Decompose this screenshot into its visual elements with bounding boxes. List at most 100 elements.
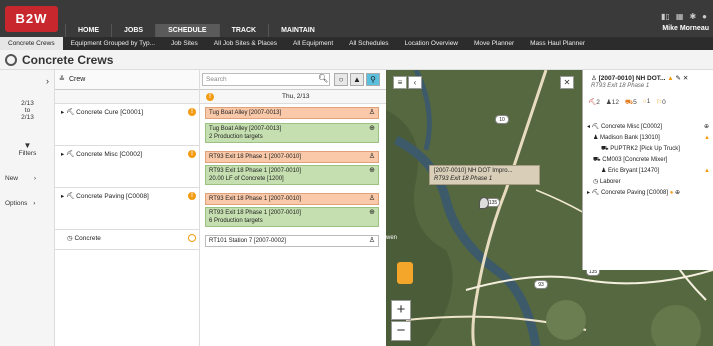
target-icon: ⊕ bbox=[674, 190, 681, 196]
filters-button[interactable]: ▼ Filters bbox=[0, 141, 55, 157]
target-icon: ⊕ bbox=[369, 209, 375, 216]
crew-icon: ⛏ bbox=[66, 193, 75, 200]
tab-all-equipment[interactable]: All Equipment bbox=[285, 37, 341, 50]
settings-icon[interactable] bbox=[5, 54, 17, 66]
chevron-right-icon: › bbox=[33, 200, 36, 207]
road-shield: 10 bbox=[495, 115, 509, 124]
date-header: ! Thu, 2/13 bbox=[200, 90, 386, 104]
crew-icon: ⛏ bbox=[66, 109, 75, 116]
crew-row[interactable]: ▸ ⛏ Concrete Cure [C0001] ! bbox=[55, 104, 199, 146]
circle-filter-button[interactable]: ○ bbox=[334, 73, 348, 86]
search-icon[interactable]: 🔍︎ bbox=[318, 74, 328, 83]
expand-chevron-icon[interactable]: › bbox=[0, 76, 55, 86]
status-ring-icon[interactable] bbox=[188, 234, 196, 242]
worker-icon: ♙ bbox=[368, 153, 375, 160]
left-sidebar: › 2/13 to 2/13 ▼ Filters New › Options › bbox=[0, 70, 55, 346]
tree-item[interactable]: ⛟ PUPTRK2 [Pick Up Truck] bbox=[587, 144, 680, 155]
nav-jobs[interactable]: JOBS bbox=[111, 24, 155, 37]
page-header: Concrete Crews bbox=[0, 50, 713, 70]
crew-icon: ⛏ bbox=[66, 151, 75, 158]
nav-track[interactable]: TRACK bbox=[218, 24, 269, 37]
warning-icon[interactable]: ! bbox=[188, 192, 196, 200]
tree-item[interactable]: ◂ ⛏ Concrete Misc [C0002] ⊕ bbox=[587, 122, 709, 133]
date-range[interactable]: 2/13 to 2/13 bbox=[0, 100, 55, 121]
expand-arrow-icon[interactable]: ▸ bbox=[61, 151, 64, 158]
alert-filter-button[interactable]: ▲ bbox=[350, 73, 364, 86]
crew-row[interactable]: ▸ ⛏ Concrete Misc [C0002] ! bbox=[55, 146, 199, 188]
nav-home[interactable]: HOME bbox=[65, 24, 111, 37]
worker-icon: ♙ bbox=[368, 237, 375, 244]
b2w-logo[interactable]: B2W bbox=[5, 6, 58, 32]
warning-icon[interactable]: ! bbox=[188, 150, 196, 158]
chevron-right-icon: › bbox=[33, 175, 36, 182]
tab-mass-haul-planner[interactable]: Mass Haul Planner bbox=[522, 37, 593, 50]
clock-icon: ◷ bbox=[67, 235, 73, 242]
map-collapse-button[interactable]: ‹ bbox=[408, 76, 422, 89]
worker-icon: ♙ bbox=[368, 109, 375, 116]
worker-icon: ♙ bbox=[368, 195, 375, 202]
map-tooltip[interactable]: [2007-0010] NH DOT Impro... RT93 Exit 18… bbox=[429, 165, 540, 185]
tab-job-sites[interactable]: Job Sites bbox=[163, 37, 206, 50]
top-bar: B2W HOME JOBS SCHEDULE TRACK MAINTAIN ▮▯… bbox=[0, 0, 713, 37]
user-name[interactable]: Mike Morneau bbox=[662, 25, 709, 32]
calendar-icon[interactable]: ▦ bbox=[676, 12, 684, 21]
zoom-out-button[interactable]: − bbox=[391, 321, 411, 341]
tab-concrete-crews[interactable]: Concrete Crews bbox=[0, 37, 63, 50]
tree-item[interactable]: ♟ Eric Bryant [12470] ▲ bbox=[587, 166, 710, 177]
pin-icon[interactable]: ✎ bbox=[676, 75, 681, 82]
tree-item[interactable]: ♟ Madison Bank [13010] ▲ bbox=[587, 133, 710, 144]
panel-stats: ⛏2 ♟12 ⛟5 ○1 ⚐0 bbox=[588, 98, 666, 106]
nav-maintain[interactable]: MAINTAIN bbox=[268, 24, 327, 37]
map-marker-icon[interactable] bbox=[479, 197, 489, 209]
crew-row[interactable]: ◷ Concrete bbox=[55, 230, 199, 250]
map-pin-button[interactable]: ⚲ bbox=[366, 73, 380, 86]
schedule-toolbar: Search 🔍︎ ○ ▲ ⚲ bbox=[200, 70, 386, 90]
help-icon[interactable]: ● bbox=[702, 12, 707, 21]
gear-icon[interactable]: ✱ bbox=[689, 12, 696, 21]
warning-icon[interactable]: ▲ bbox=[667, 75, 673, 82]
page-title: Concrete Crews bbox=[22, 53, 114, 67]
tree-item[interactable]: ▸ ⛏ Concrete Paving [C0008] ● ⊕ bbox=[587, 188, 680, 199]
warning-icon[interactable]: ! bbox=[188, 108, 196, 116]
search-input[interactable]: Search bbox=[202, 73, 330, 86]
tab-move-planner[interactable]: Move Planner bbox=[466, 37, 522, 50]
bar-chart-icon[interactable]: ▮▯ bbox=[661, 12, 670, 21]
nav-schedule[interactable]: SCHEDULE bbox=[155, 24, 219, 37]
schedule-tabs: Concrete Crews Equipment Grouped by Typ.… bbox=[0, 37, 713, 50]
schedule-card[interactable]: Tug Boat Alley [2007-0013] 2 Production … bbox=[205, 123, 379, 143]
map-close-button[interactable]: ✕ bbox=[560, 76, 574, 89]
schedule-card[interactable]: RT93 Exit 18 Phase 1 [2007-0010] ♙ bbox=[205, 151, 379, 163]
expand-arrow-icon[interactable]: ▸ bbox=[61, 193, 64, 200]
schedule-card[interactable]: RT93 Exit 18 Phase 1 [2007-0010] ♙ bbox=[205, 193, 379, 205]
truck-icon: ⛟ bbox=[624, 99, 634, 106]
tree-item[interactable]: ⛟ CM003 [Concrete Mixer] bbox=[587, 155, 680, 166]
panel-tree: ◂ ⛏ Concrete Misc [C0002] ⊕ ♟ Madison Ban… bbox=[587, 122, 710, 199]
zoom-in-button[interactable]: + bbox=[391, 300, 411, 320]
schedule-card[interactable]: RT93 Exit 18 Phase 1 [2007-0010] 6 Produ… bbox=[205, 207, 379, 227]
close-icon[interactable]: ✕ bbox=[683, 75, 688, 82]
street-view-pegman-icon[interactable] bbox=[397, 262, 413, 284]
road-shield: 93 bbox=[534, 280, 548, 289]
options-button[interactable]: Options › bbox=[0, 200, 55, 207]
top-icons: ▮▯ ▦ ✱ ● bbox=[661, 12, 707, 21]
crew-row[interactable]: ▸ ⛏ Concrete Paving [C0008] ! bbox=[55, 188, 199, 230]
tab-all-schedules[interactable]: All Schedules bbox=[341, 37, 396, 50]
crew-column: ≚ Crew ▸ ⛏ Concrete Cure [C0001] ! ▸ ⛏ C… bbox=[55, 70, 200, 346]
new-button[interactable]: New › bbox=[0, 175, 55, 182]
schedule-card[interactable]: RT93 Exit 18 Phase 1 [2007-0010] 20.00 L… bbox=[205, 165, 379, 185]
tab-equipment-grouped[interactable]: Equipment Grouped by Typ... bbox=[63, 37, 163, 50]
warning-icon[interactable]: ! bbox=[206, 93, 214, 101]
expand-arrow-icon[interactable]: ▸ bbox=[61, 109, 64, 116]
crew-header: ≚ Crew bbox=[55, 70, 199, 90]
tab-location-overview[interactable]: Location Overview bbox=[397, 37, 466, 50]
tree-item[interactable]: ◷ Laborer bbox=[587, 177, 680, 188]
sort-icon[interactable]: ≚ bbox=[59, 75, 65, 83]
tab-all-job-sites-places[interactable]: All Job Sites & Places bbox=[206, 37, 285, 50]
filter-icon: ▼ bbox=[23, 141, 32, 150]
schedule-card[interactable]: RT101 Station 7 [2007-0002] ♙ bbox=[205, 235, 379, 247]
warning-icon: ● bbox=[669, 190, 674, 196]
main-nav: HOME JOBS SCHEDULE TRACK MAINTAIN bbox=[65, 24, 327, 37]
map-list-button[interactable]: ≡ bbox=[393, 76, 407, 89]
job-detail-panel: ♙ [2007-0010] NH DOT... ▲ ✎ ✕ RT93 Exit … bbox=[582, 70, 713, 270]
schedule-card[interactable]: Tug Boat Alley [2007-0013] ♙ bbox=[205, 107, 379, 119]
